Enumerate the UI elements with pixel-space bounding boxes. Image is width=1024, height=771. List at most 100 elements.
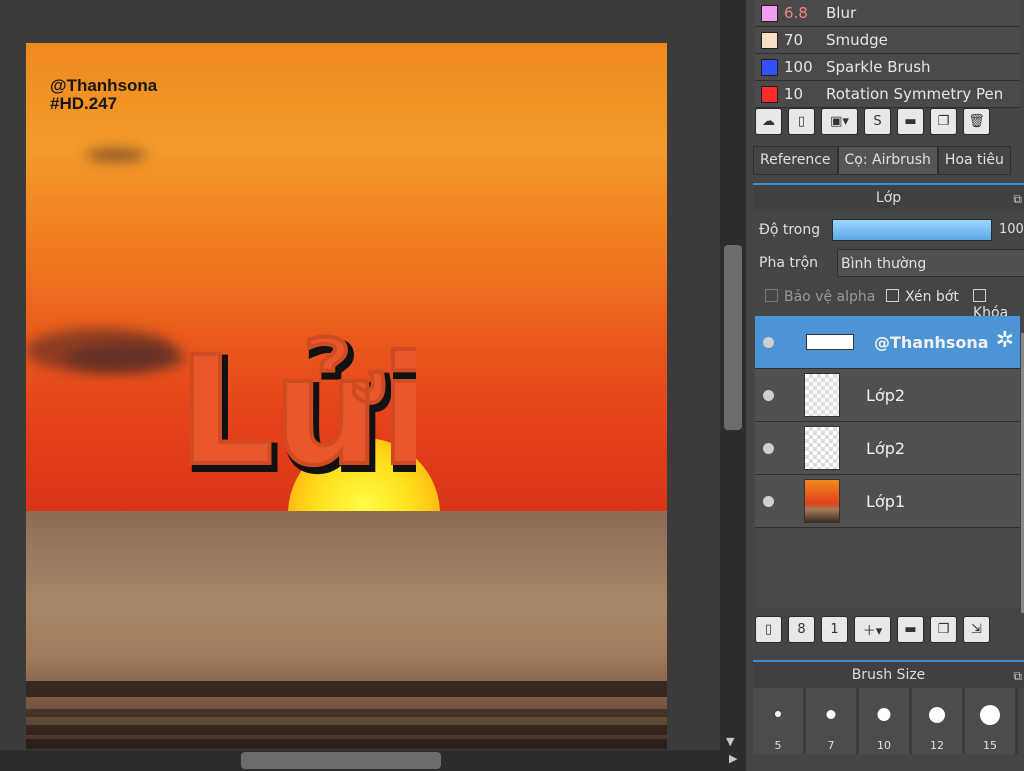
brush-name: Smudge: [826, 31, 888, 49]
gear-icon[interactable]: ✲: [996, 330, 1014, 352]
protect-alpha-checkbox[interactable]: Bảo vệ alpha: [765, 289, 875, 305]
layer-name: Lớp1: [866, 491, 906, 511]
protect-alpha-label: Bảo vệ alpha: [784, 289, 876, 305]
brush-size-value: 6.8: [784, 4, 808, 22]
brush-size-section-header: Brush Size ⧉: [753, 660, 1024, 688]
brush-size-label: 10: [877, 739, 891, 752]
brush-size-cell[interactable]: 10: [859, 688, 912, 754]
folder-icon[interactable]: ▬: [897, 108, 924, 135]
brush-size-title: Brush Size: [851, 667, 926, 683]
brush-item-blur[interactable]: 6.8 Blur: [755, 0, 1020, 27]
brush-color-swatch: [761, 31, 778, 49]
scroll-right-arrow-icon[interactable]: ▶: [729, 752, 737, 765]
brush-size-dot: [929, 707, 945, 723]
brush-name: Blur: [826, 4, 857, 22]
popout-icon[interactable]: ⧉: [1013, 663, 1022, 689]
brush-item-smudge[interactable]: 70 Smudge: [755, 27, 1020, 54]
layer-name: Lớp2: [866, 385, 906, 405]
brush-size-value: 10: [784, 85, 804, 103]
layer-section-title: Lớp: [875, 190, 902, 206]
layer-row[interactable]: Lớp1: [755, 475, 1020, 528]
layer-row[interactable]: Lớp2: [755, 369, 1020, 422]
layer-thumbnail: [806, 334, 854, 350]
checkbox-icon: [886, 289, 899, 302]
blend-mode-select[interactable]: Bình thường: [837, 249, 1024, 277]
layer-row[interactable]: Lớp2: [755, 422, 1020, 475]
new-1bit-layer-icon[interactable]: 1: [821, 616, 848, 643]
brush-size-dot: [775, 711, 781, 717]
vertical-scrollbar[interactable]: ▼ ▶: [720, 0, 746, 771]
opacity-label: Độ trong: [759, 222, 821, 238]
watermark-handle: @Thanhsona: [50, 76, 158, 95]
brush-color-swatch: [761, 4, 778, 22]
trash-icon[interactable]: 🗑: [963, 108, 990, 135]
brush-list: 6.8 Blur 70 Smudge 100 Sparkle Brush 10 …: [755, 0, 1020, 108]
opacity-value: 100: [999, 222, 1024, 237]
cloud: [86, 148, 146, 162]
checkbox-icon: [765, 289, 778, 302]
tab-navigator[interactable]: Hoa tiêu: [937, 146, 1011, 175]
visibility-eye-icon[interactable]: [763, 442, 774, 454]
new-brush-icon[interactable]: ▯: [788, 108, 815, 135]
visibility-eye-icon[interactable]: [763, 336, 774, 348]
tab-brush[interactable]: Cọ: Airbrush: [837, 146, 938, 175]
cloud: [66, 343, 186, 373]
vertical-scroll-thumb[interactable]: [724, 245, 742, 430]
horizontal-scrollbar[interactable]: [0, 750, 720, 771]
script-brush-icon[interactable]: S: [864, 108, 891, 135]
artwork-canvas[interactable]: @Thanhsona #HD.247 Lửi Lửi: [26, 43, 667, 749]
checkbox-icon: [973, 289, 986, 302]
new-layer-icon[interactable]: ▯: [755, 616, 782, 643]
brush-size-value: 100: [784, 58, 813, 76]
brush-size-dot: [877, 708, 891, 721]
layer-thumbnail: [804, 479, 840, 523]
popout-icon[interactable]: ⧉: [1013, 186, 1022, 212]
watermark: @Thanhsona #HD.247: [50, 77, 157, 113]
merge-down-icon[interactable]: ⇲: [963, 616, 990, 643]
lettering-art: Lửi Lửi: [176, 323, 416, 493]
layer-row[interactable]: @Thanhsona ✲: [755, 316, 1020, 369]
brush-item-rotation-symmetry[interactable]: 10 Rotation Symmetry Pen: [755, 81, 1020, 108]
brush-size-grid: 5 7 10 12 15: [753, 688, 1018, 754]
brush-size-label: 15: [983, 739, 997, 752]
brush-size-cell[interactable]: 7: [806, 688, 859, 754]
sea: [26, 511, 667, 749]
brush-color-swatch: [761, 85, 778, 103]
brush-size-label: 5: [774, 739, 782, 752]
brush-toolbar: ☁ ▯ ▣▾ S ▬ ❐ 🗑: [755, 108, 996, 135]
cloud-download-icon[interactable]: ☁: [755, 108, 782, 135]
layer-toolbar: ▯ 8 1 ＋▾ ▬ ❐ ⇲: [755, 616, 996, 643]
brush-size-dot: [826, 710, 836, 719]
brush-size-cell[interactable]: 15: [965, 688, 1018, 754]
brush-size-label: 12: [930, 739, 944, 752]
brush-size-cell[interactable]: 12: [912, 688, 965, 754]
layer-name: @Thanhsona: [874, 332, 989, 352]
watermark-tag: #HD.247: [50, 94, 118, 113]
svg-text:Lửi: Lửi: [178, 325, 416, 493]
brush-item-sparkle[interactable]: 100 Sparkle Brush: [755, 54, 1020, 81]
brush-size-cell[interactable]: 5: [753, 688, 806, 754]
add-layer-dropdown-icon[interactable]: ＋▾: [854, 616, 891, 643]
opacity-slider[interactable]: [832, 219, 992, 241]
scroll-down-arrow-icon[interactable]: ▼: [726, 735, 734, 748]
canvas-area[interactable]: @Thanhsona #HD.247 Lửi Lửi: [0, 0, 720, 771]
brush-size-dot: [980, 705, 1000, 725]
horizontal-scroll-thumb[interactable]: [241, 752, 441, 769]
duplicate-icon[interactable]: ❐: [930, 108, 957, 135]
layer-thumbnail: [804, 426, 840, 470]
tab-reference[interactable]: Reference: [753, 146, 838, 175]
layer-name: Lớp2: [866, 438, 906, 458]
duplicate-layer-icon[interactable]: ❐: [930, 616, 957, 643]
brush-color-swatch: [761, 58, 778, 76]
panel-tabs: Reference Cọ: Airbrush Hoa tiêu: [753, 146, 1011, 175]
visibility-eye-icon[interactable]: [763, 389, 774, 401]
layer-list: @Thanhsona ✲ Lớp2 Lớp2 Lớp1: [755, 316, 1020, 608]
new-8bit-layer-icon[interactable]: 8: [788, 616, 815, 643]
layer-folder-icon[interactable]: ▬: [897, 616, 924, 643]
clip-label: Xén bớt: [905, 289, 959, 305]
clip-checkbox[interactable]: Xén bớt: [886, 289, 959, 305]
brush-type-dropdown-icon[interactable]: ▣▾: [821, 108, 858, 135]
layer-thumbnail: [804, 373, 840, 417]
visibility-eye-icon[interactable]: [763, 495, 774, 507]
blend-label: Pha trộn: [759, 255, 819, 271]
